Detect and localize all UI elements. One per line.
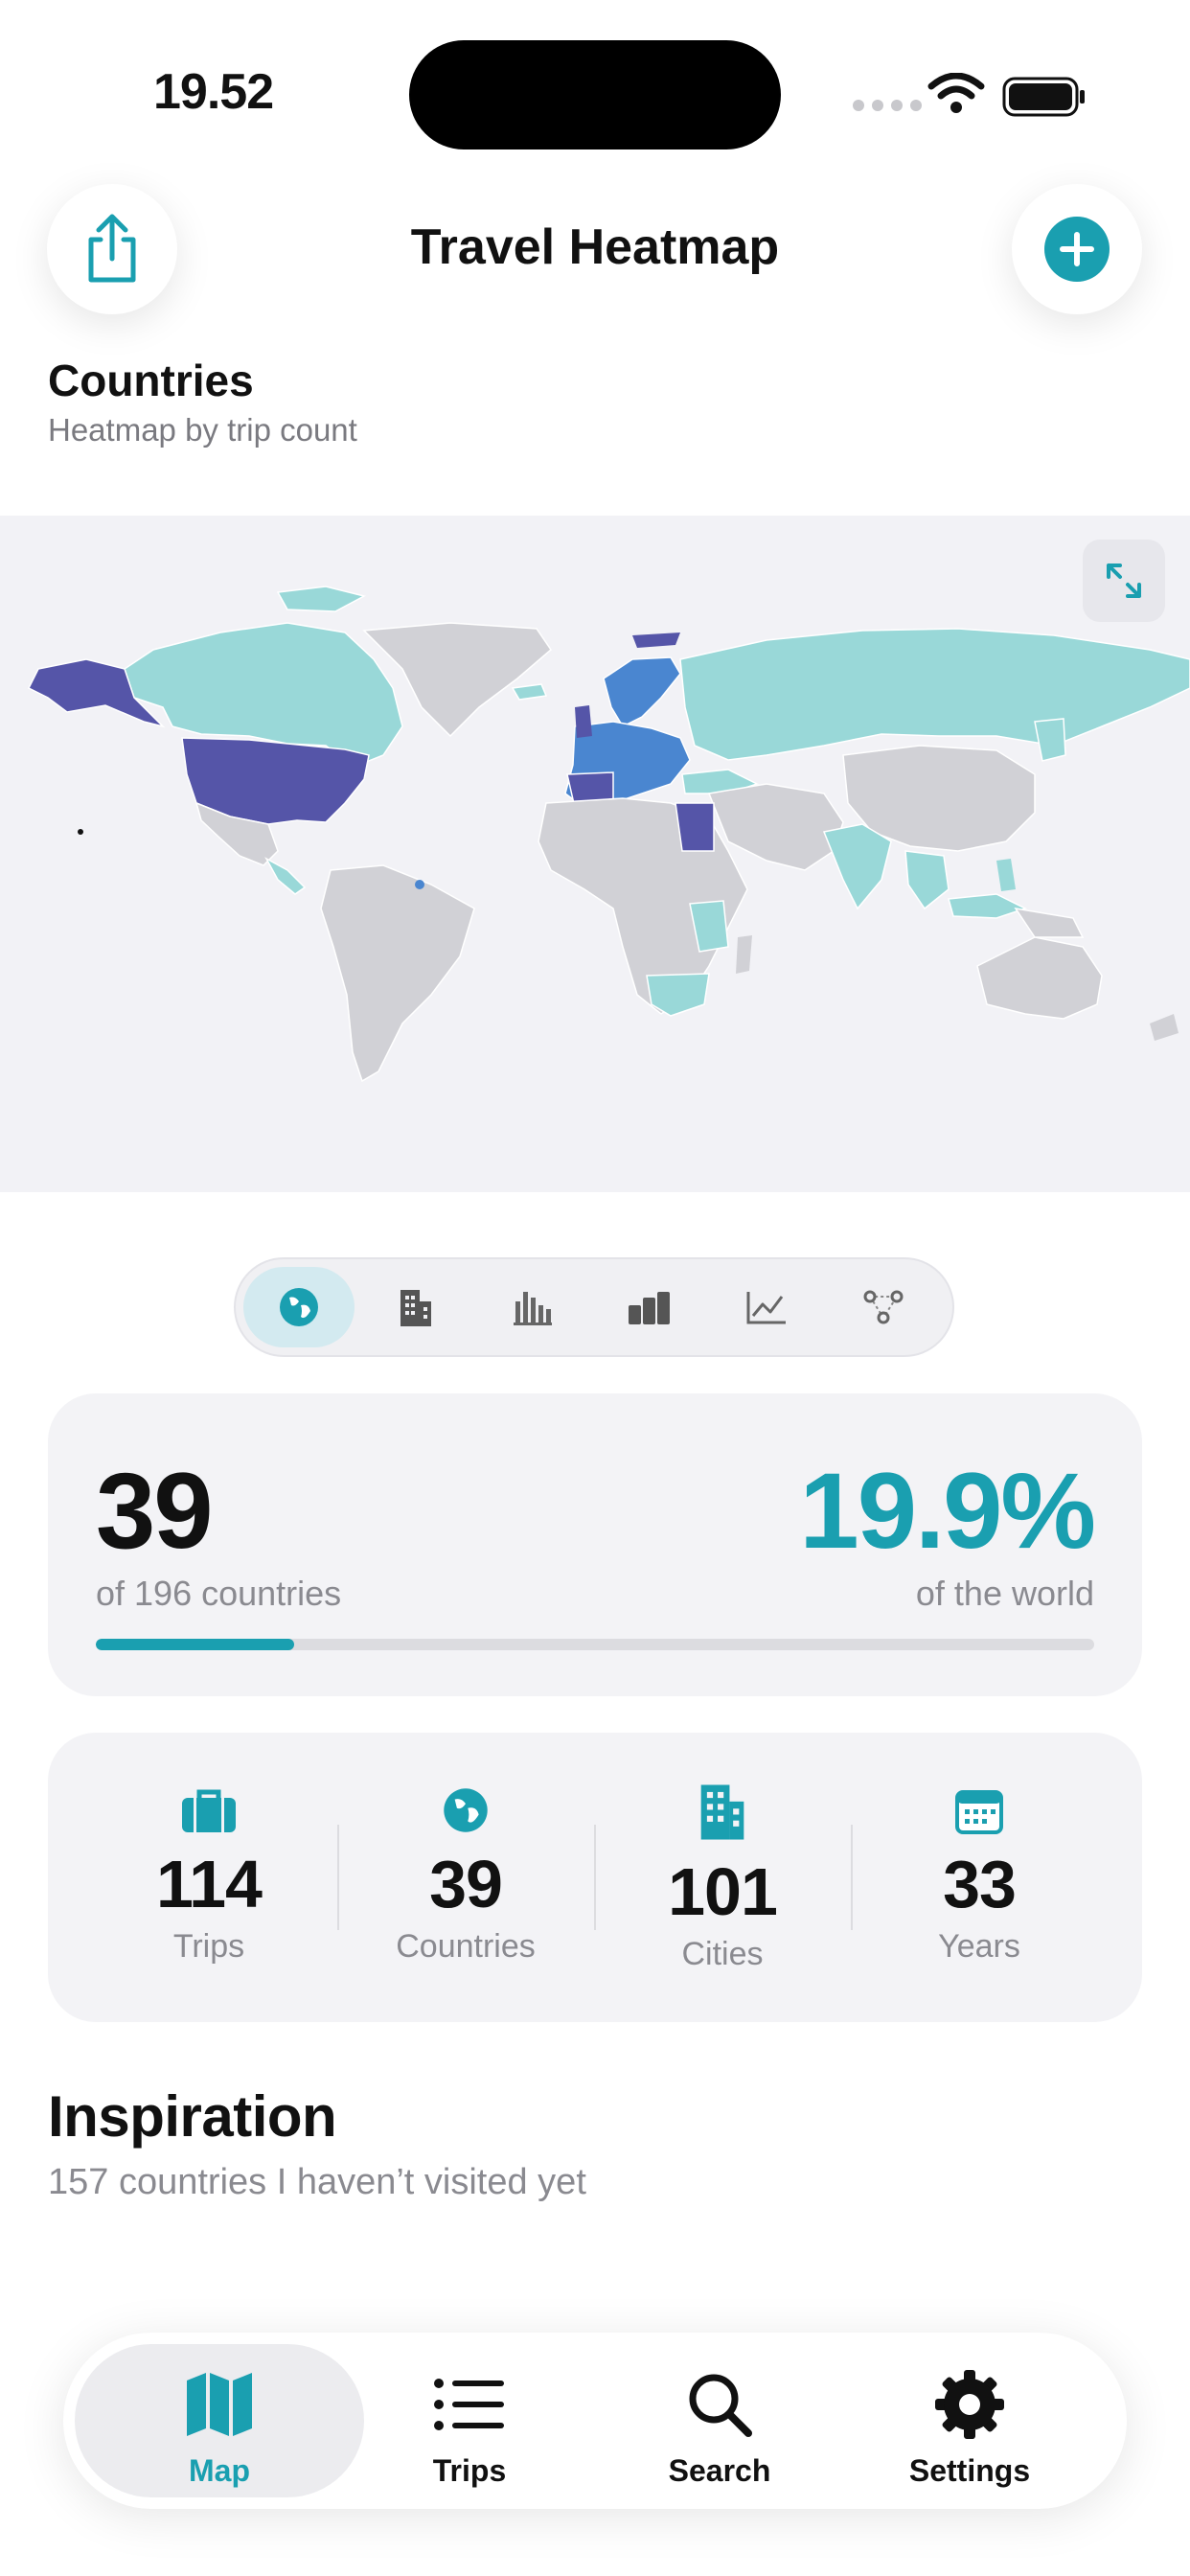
summary-countries[interactable]: 39 Countries bbox=[337, 1781, 594, 1966]
tab-map[interactable]: Map bbox=[95, 2365, 344, 2489]
calendar-icon bbox=[955, 1790, 1003, 1834]
map-icon bbox=[187, 2373, 252, 2436]
tab-label: Search bbox=[668, 2453, 771, 2488]
tab-settings[interactable]: Settings bbox=[845, 2365, 1094, 2489]
inspiration-subtitle: 157 countries I haven’t visited yet bbox=[48, 2162, 586, 2202]
visited-count: 39 bbox=[96, 1451, 214, 1571]
world-percentage-label: of the world bbox=[915, 1574, 1094, 1613]
gear-icon bbox=[935, 2370, 1004, 2439]
globe-icon bbox=[280, 1288, 318, 1326]
summary-value: 39 bbox=[429, 1847, 503, 1921]
suitcase-icon bbox=[182, 1789, 236, 1832]
column-chart-icon bbox=[629, 1292, 670, 1324]
tab-label: Map bbox=[189, 2453, 250, 2488]
summary-years[interactable]: 33 Years bbox=[851, 1781, 1108, 1966]
map-region-scandinavia bbox=[603, 656, 681, 727]
visited-count-label: of 196 countries bbox=[96, 1574, 342, 1613]
buildings-icon bbox=[400, 1290, 431, 1326]
plus-circle-icon bbox=[1044, 217, 1110, 282]
world-heatmap[interactable] bbox=[0, 516, 1190, 1192]
list-icon bbox=[434, 2379, 504, 2430]
summary-value: 33 bbox=[943, 1847, 1017, 1921]
battery-icon bbox=[1002, 77, 1085, 117]
section-title: Countries bbox=[48, 356, 254, 405]
map-region-australia bbox=[976, 936, 1103, 1020]
magnifier-icon bbox=[689, 2374, 752, 2437]
map-region-russia bbox=[679, 628, 1190, 761]
status-time: 19.52 bbox=[153, 64, 274, 120]
tab-label: Settings bbox=[908, 2453, 1031, 2488]
cellular-signal-icon bbox=[853, 100, 922, 111]
segment-column-chart[interactable] bbox=[594, 1267, 705, 1347]
world-progress-fill bbox=[96, 1639, 295, 1650]
world-progress-bar bbox=[96, 1639, 1094, 1650]
summary-value: 101 bbox=[668, 1854, 778, 1929]
tab-search[interactable]: Search bbox=[595, 2365, 844, 2489]
network-icon bbox=[863, 1290, 904, 1324]
summary-value: 114 bbox=[156, 1847, 263, 1921]
summary-cities[interactable]: 101 Cities bbox=[594, 1781, 851, 1973]
map-region-south-america bbox=[320, 864, 475, 1083]
tab-label: Trips bbox=[432, 2453, 507, 2488]
inspiration-title: Inspiration bbox=[48, 2084, 337, 2149]
building-icon bbox=[700, 1784, 744, 1840]
expand-icon bbox=[1107, 564, 1141, 598]
map-region-india bbox=[822, 823, 892, 910]
section-subtitle: Heatmap by trip count bbox=[48, 412, 357, 448]
line-chart-icon bbox=[746, 1292, 786, 1324]
summary-label: Years bbox=[938, 1928, 1020, 1965]
segment-bar-chart[interactable] bbox=[477, 1267, 588, 1347]
view-mode-segmented-control bbox=[234, 1257, 954, 1357]
map-region-egypt bbox=[675, 802, 715, 852]
add-trip-button[interactable] bbox=[1012, 184, 1142, 314]
segment-globe[interactable] bbox=[243, 1267, 355, 1347]
expand-map-button[interactable] bbox=[1083, 540, 1165, 622]
tab-trips[interactable]: Trips bbox=[345, 2365, 594, 2489]
world-map bbox=[27, 586, 1190, 1083]
summary-label: Trips bbox=[172, 1928, 245, 1965]
bar-chart-icon bbox=[514, 1292, 552, 1325]
summary-label: Countries bbox=[396, 1928, 536, 1965]
wifi-icon bbox=[927, 73, 985, 113]
globe-icon bbox=[444, 1788, 488, 1832]
segment-cities[interactable] bbox=[360, 1267, 471, 1347]
world-percentage: 19.9% bbox=[799, 1451, 1096, 1571]
segment-network[interactable] bbox=[828, 1267, 939, 1347]
dynamic-island bbox=[409, 40, 781, 150]
summary-label: Cities bbox=[681, 1936, 764, 1972]
summary-trips[interactable]: 114 Trips bbox=[80, 1781, 337, 1966]
segment-line-chart[interactable] bbox=[711, 1267, 822, 1347]
